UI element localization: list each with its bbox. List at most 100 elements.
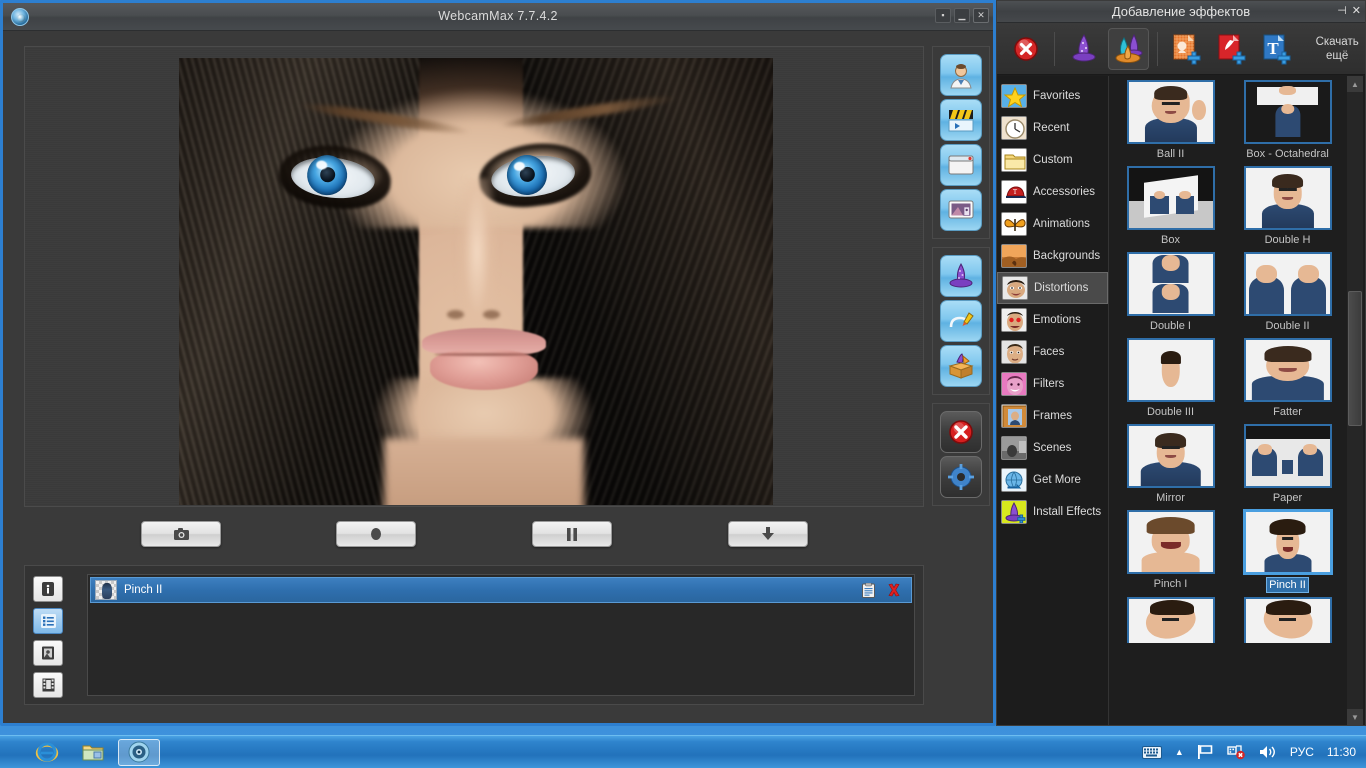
main-titlebar[interactable]: WebcamMax 7.7.4.2 ▪ ▁ ✕ [3, 3, 993, 31]
download-more-button[interactable]: Скачать ещё [1309, 35, 1365, 63]
scroll-up-arrow[interactable]: ▲ [1347, 76, 1363, 92]
single-effect-button[interactable] [1063, 28, 1104, 70]
tray-clock[interactable]: 11:30 [1327, 745, 1356, 759]
effect-tile[interactable]: Fatter [1232, 338, 1343, 420]
scroll-down-arrow[interactable]: ▼ [1347, 709, 1363, 725]
sidebar-item-emotions[interactable]: Emotions [997, 304, 1108, 336]
tray-language[interactable]: РУС [1290, 745, 1314, 759]
effect-tile[interactable]: Box [1115, 166, 1226, 248]
ie-icon [35, 742, 59, 762]
effect-tile[interactable] [1232, 597, 1343, 661]
video-frame[interactable] [179, 58, 773, 505]
flag-icon[interactable] [1197, 744, 1214, 760]
effect-thumbnail [1243, 252, 1332, 316]
taskbar-explorer[interactable] [72, 739, 114, 766]
effect-tile[interactable]: Double I [1115, 252, 1226, 334]
sidebar-item-custom[interactable]: Custom [997, 144, 1108, 176]
info-button[interactable] [33, 576, 63, 602]
sidebar-item-install-effects[interactable]: Install Effects [997, 496, 1108, 528]
sidebar-item-get-more[interactable]: Get More [997, 464, 1108, 496]
effect-thumbnail [1243, 166, 1332, 230]
sidebar-item-recent[interactable]: Recent [997, 112, 1108, 144]
sidebar-item-scenes[interactable]: Scenes [997, 432, 1108, 464]
camera-icon [173, 528, 189, 540]
clear-effects-button[interactable] [1005, 28, 1046, 70]
record-button[interactable] [336, 521, 416, 547]
doodle-pencil-icon[interactable] [940, 300, 982, 342]
effect-tile[interactable]: Paper [1232, 424, 1343, 506]
settings-icon[interactable] [862, 582, 875, 598]
add-image-button[interactable] [1166, 28, 1207, 70]
picture-button[interactable] [33, 640, 63, 666]
remove-icon[interactable] [887, 583, 901, 597]
sidebar-item-accessories[interactable]: T Accessories [997, 176, 1108, 208]
effect-label: Ball II [1156, 148, 1185, 160]
media-clip-icon[interactable] [940, 99, 982, 141]
sidebar-item-label: Scenes [1033, 442, 1072, 454]
close-red-icon[interactable] [940, 411, 982, 453]
effects-grid: Ball II Box - Octahedral Box Double H Do… [1115, 80, 1343, 661]
folder-icon [1001, 148, 1027, 172]
speaker-icon[interactable] [1259, 744, 1277, 760]
effect-label: Fatter [1273, 406, 1302, 418]
webcammax-window: WebcamMax 7.7.4.2 ▪ ▁ ✕ Pinch II [0, 0, 996, 726]
snapshot-button[interactable] [141, 521, 221, 547]
effect-tile[interactable]: Double H [1232, 166, 1343, 248]
effect-tile-selected[interactable]: Pinch II [1232, 510, 1343, 593]
close-button[interactable]: ✕ [1352, 4, 1361, 17]
taskbar-webcammax[interactable] [118, 738, 160, 766]
sidebar-item-filters[interactable]: Filters [997, 368, 1108, 400]
pin-button[interactable]: ⊣ [1337, 4, 1347, 17]
butterfly-icon [1001, 212, 1027, 236]
desert-icon [1001, 244, 1027, 268]
effect-tile[interactable] [1115, 597, 1226, 661]
effect-label: Mirror [1156, 492, 1185, 504]
effect-tile[interactable]: Double II [1232, 252, 1343, 334]
effect-list-button[interactable] [33, 608, 63, 634]
effect-tile[interactable]: Pinch I [1115, 510, 1226, 593]
list-item[interactable]: Pinch II [90, 577, 912, 603]
network-error-icon[interactable] [1227, 744, 1246, 760]
film-button[interactable] [33, 672, 63, 698]
svg-text:T: T [1013, 188, 1018, 196]
effect-thumbnail [1126, 597, 1215, 643]
scrollbar-thumb[interactable] [1348, 291, 1362, 426]
add-text-button[interactable]: T [1256, 28, 1297, 70]
desktop-capture-icon[interactable] [940, 189, 982, 231]
pause-button[interactable] [532, 521, 612, 547]
minimize-button[interactable]: ▁ [954, 8, 970, 23]
effect-tile[interactable]: Box - Octahedral [1232, 80, 1343, 162]
maximize-button[interactable]: ▪ [935, 8, 951, 23]
effect-tile[interactable]: Ball II [1115, 80, 1226, 162]
show-hidden-icons[interactable]: ▲ [1175, 747, 1184, 757]
taskbar-internet-explorer[interactable] [26, 739, 68, 766]
sidebar-item-label: Get More [1033, 474, 1081, 486]
sidebar-item-animations[interactable]: Animations [997, 208, 1108, 240]
effects-hat-icon[interactable] [940, 255, 982, 297]
effects-panel-title: Добавление эффектов [1111, 4, 1251, 19]
effects-panel-titlebar[interactable]: Добавление эффектов ⊣ ✕ [997, 1, 1365, 23]
applied-effects-list[interactable]: Pinch II [87, 574, 915, 696]
sidebar-item-label: Distortions [1034, 282, 1089, 294]
sidebar-item-favorites[interactable]: Favorites [997, 80, 1108, 112]
sidebar-item-backgrounds[interactable]: Backgrounds [997, 240, 1108, 272]
effect-box-icon[interactable] [940, 345, 982, 387]
effect-label: Double III [1146, 406, 1195, 418]
effect-thumbnail [1243, 338, 1332, 402]
effect-tile[interactable]: Mirror [1115, 424, 1226, 506]
sidebar-item-faces[interactable]: Faces [997, 336, 1108, 368]
sidebar-item-frames[interactable]: Frames [997, 400, 1108, 432]
sidebar-item-distortions[interactable]: Distortions [997, 272, 1108, 304]
effect-thumbnail [1243, 597, 1332, 643]
window-icon[interactable] [940, 144, 982, 186]
source-person-icon[interactable] [940, 54, 982, 96]
effect-tile[interactable]: Double III [1115, 338, 1226, 420]
effects-scrollbar[interactable]: ▲ ▼ [1347, 76, 1363, 725]
close-button[interactable]: ✕ [973, 8, 989, 23]
settings-gear-icon[interactable] [940, 456, 982, 498]
add-flash-button[interactable] [1211, 28, 1252, 70]
keyboard-icon[interactable] [1141, 745, 1162, 759]
multi-effect-button[interactable] [1108, 27, 1150, 70]
save-button[interactable] [728, 521, 808, 547]
webcam-icon [128, 741, 150, 763]
